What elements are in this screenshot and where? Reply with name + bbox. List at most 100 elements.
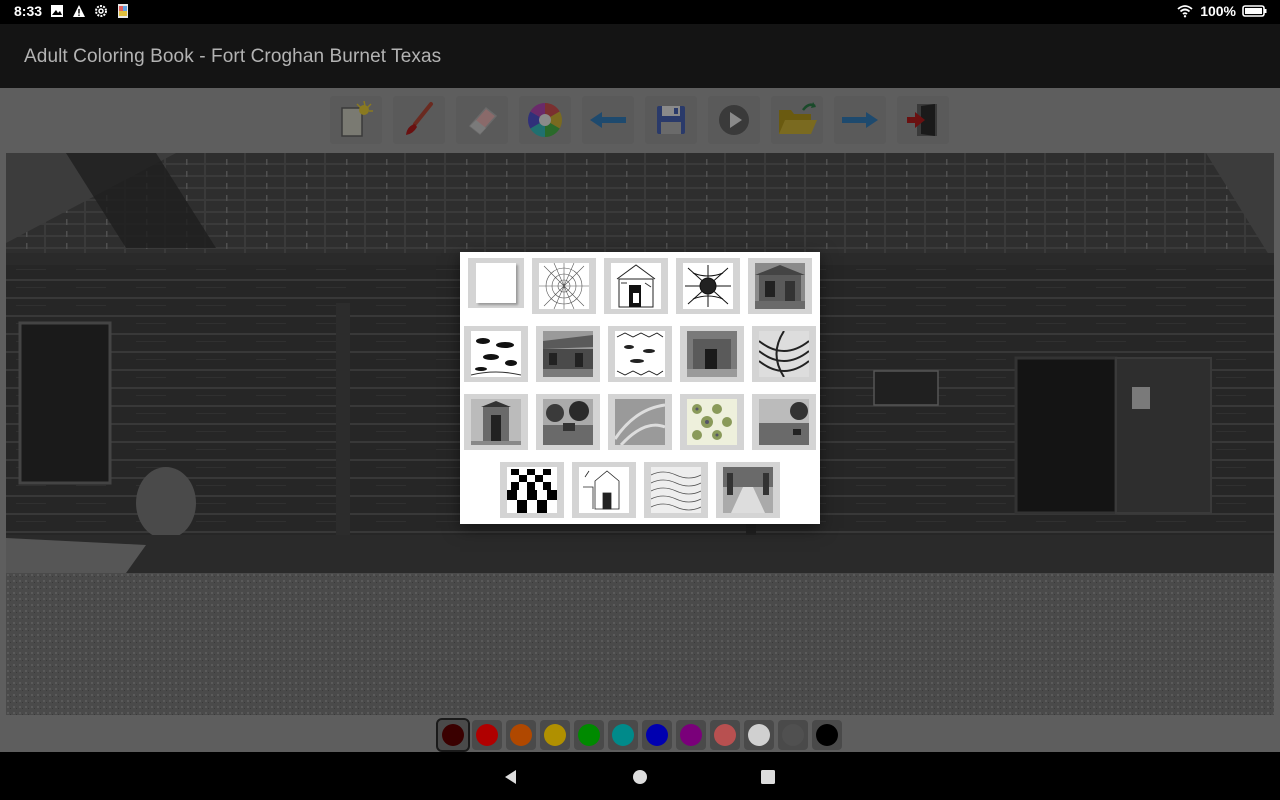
swatch-black[interactable] [812, 720, 842, 750]
open-button[interactable] [771, 96, 823, 144]
swatch-dot [816, 724, 838, 746]
new-page-icon [341, 100, 373, 137]
mandala-sketch-image [683, 263, 733, 309]
swatch-teal[interactable] [608, 720, 638, 750]
app-notification-icon [118, 4, 129, 18]
image-icon [51, 5, 64, 17]
yard-photo-image [759, 399, 809, 445]
swatch-dark-red[interactable] [436, 718, 470, 752]
swatch-dot [442, 724, 464, 746]
swatch-blue[interactable] [642, 720, 672, 750]
thumbnail-blank-page[interactable] [468, 258, 524, 308]
new-page-button[interactable] [330, 96, 382, 144]
settings-icon [95, 5, 108, 17]
wifi-icon [1177, 5, 1193, 18]
wave-pattern-image [651, 467, 701, 513]
toolbar [0, 88, 1280, 152]
swatch-light-gray[interactable] [744, 720, 774, 750]
play-icon [719, 105, 749, 135]
building-sketch-image [579, 467, 629, 513]
clouds-sketch-image [471, 331, 521, 377]
swatch-dot [714, 724, 736, 746]
thumbnail-mandala-sketch[interactable] [676, 258, 740, 314]
log-cabin-photo-image [543, 331, 593, 377]
thumbnail-swirl-pattern[interactable] [752, 326, 816, 382]
battery-icon [1242, 5, 1267, 17]
floppy-disk-icon [657, 106, 685, 134]
outhouse-photo-image [471, 399, 521, 445]
thumbnail-trees-photo[interactable] [536, 394, 600, 450]
thumbnail-outhouse-photo[interactable] [464, 394, 528, 450]
back-icon[interactable] [502, 768, 520, 786]
thumbnail-floral-pattern[interactable] [680, 394, 744, 450]
cabin-photo-image [755, 263, 805, 309]
trees-photo-image [543, 399, 593, 445]
swatch-dot [646, 724, 668, 746]
thumbnail-radial-pattern[interactable] [532, 258, 596, 314]
arrow-right-icon [842, 112, 878, 128]
abstract-curves-image [615, 399, 665, 445]
swatch-purple[interactable] [676, 720, 706, 750]
navigation-bar [0, 752, 1280, 800]
swatch-dot [510, 724, 532, 746]
swatch-green[interactable] [574, 720, 604, 750]
thumbnail-checkerboard-pattern[interactable] [500, 462, 564, 518]
color-wheel-button[interactable] [519, 96, 571, 144]
battery-percent: 100% [1200, 3, 1236, 19]
swatch-dot [544, 724, 566, 746]
app-title: Adult Coloring Book - Fort Croghan Burne… [24, 46, 442, 67]
swirl-pattern-image [759, 331, 809, 377]
walkway-photo-image [723, 467, 773, 513]
swatch-pink[interactable] [710, 720, 740, 750]
swatch-dot [782, 724, 804, 746]
eraser-icon [468, 106, 498, 136]
arrow-left-icon [590, 112, 626, 128]
save-button[interactable] [645, 96, 697, 144]
checkerboard-pattern-image [507, 467, 557, 513]
thumbnail-building-sketch[interactable] [572, 462, 636, 518]
brush-button[interactable] [393, 96, 445, 144]
brush-icon [406, 102, 433, 135]
status-time: 8:33 [14, 3, 43, 19]
fort-doorway-sketch-image [611, 263, 661, 309]
thumbnail-cabin-photo[interactable] [748, 258, 812, 314]
thumbnail-pattern-sketch[interactable] [608, 326, 672, 382]
thumbnail-log-cabin-photo[interactable] [536, 326, 600, 382]
exit-door-icon [907, 104, 937, 136]
status-bar: 8:33 100% [0, 0, 1280, 24]
thumbnail-walkway-photo[interactable] [716, 462, 780, 518]
redo-button[interactable] [834, 96, 886, 144]
thumbnail-wave-pattern[interactable] [644, 462, 708, 518]
recents-icon[interactable] [759, 768, 777, 786]
picture-picker-dialog [460, 252, 820, 524]
exit-button[interactable] [897, 96, 949, 144]
open-folder-icon [779, 102, 817, 134]
thumbnail-yard-photo[interactable] [752, 394, 816, 450]
swatch-dot [612, 724, 634, 746]
thumbnail-abstract-curves[interactable] [608, 394, 672, 450]
swatch-yellow[interactable] [540, 720, 570, 750]
undo-button[interactable] [582, 96, 634, 144]
eraser-button[interactable] [456, 96, 508, 144]
color-palette [0, 716, 1280, 752]
play-button[interactable] [708, 96, 760, 144]
swatch-dot [578, 724, 600, 746]
thumbnail-stone-building-photo[interactable] [680, 326, 744, 382]
warning-icon [73, 5, 86, 17]
home-icon[interactable] [631, 768, 649, 786]
floral-pattern-image [687, 399, 737, 445]
swatch-dot [680, 724, 702, 746]
blank-page-image [476, 263, 516, 303]
swatch-red[interactable] [472, 720, 502, 750]
swatch-dot [476, 724, 498, 746]
thumbnail-clouds-sketch[interactable] [464, 326, 528, 382]
pattern-sketch-image [615, 331, 665, 377]
swatch-dark-gray[interactable] [778, 720, 808, 750]
swatch-dot [748, 724, 770, 746]
color-wheel-icon [528, 103, 562, 137]
swatch-orange[interactable] [506, 720, 536, 750]
radial-pattern-image [539, 263, 589, 309]
stone-building-photo-image [687, 331, 737, 377]
thumbnail-fort-doorway-sketch[interactable] [604, 258, 668, 314]
action-bar: Adult Coloring Book - Fort Croghan Burne… [0, 24, 1280, 88]
